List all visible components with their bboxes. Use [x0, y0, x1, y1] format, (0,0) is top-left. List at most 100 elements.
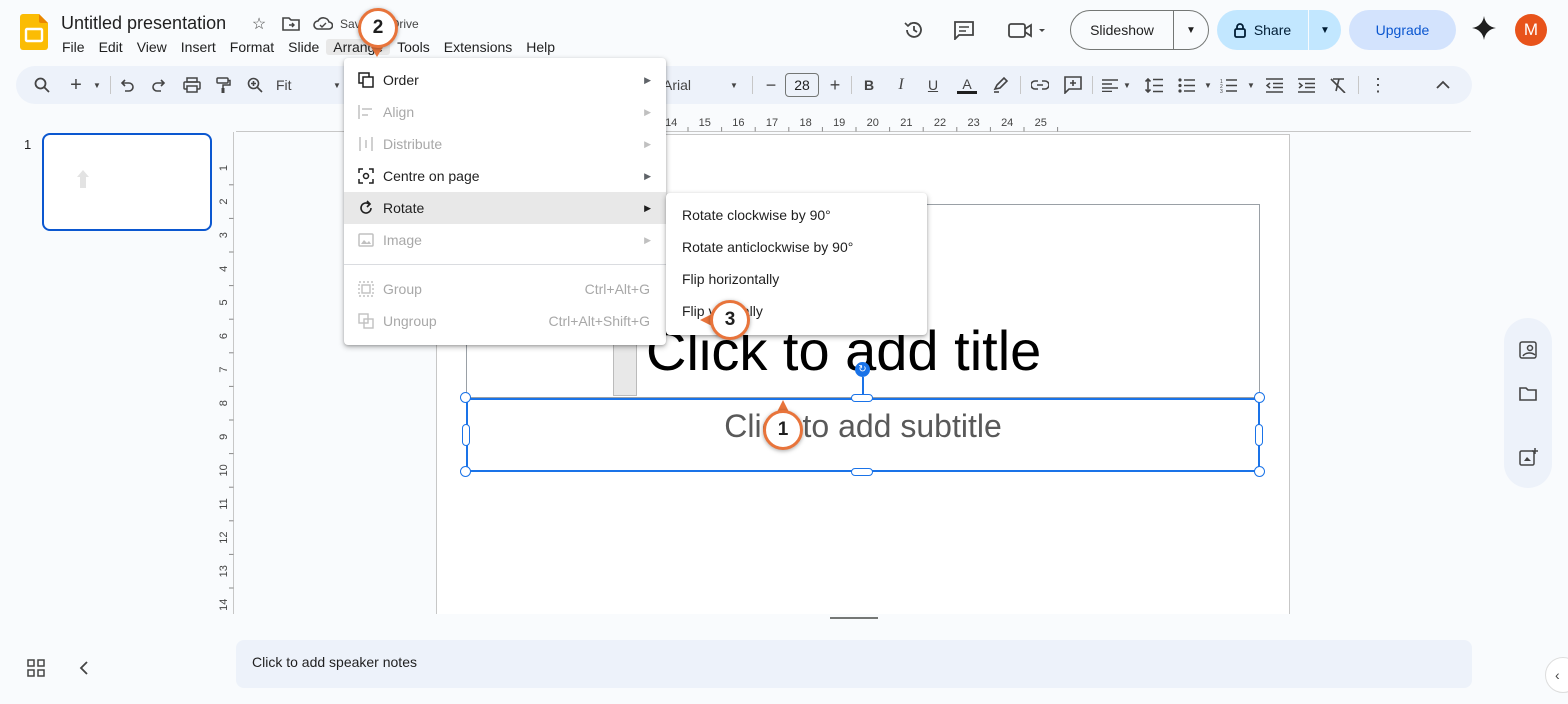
speaker-notes[interactable]: Click to add speaker notes: [236, 640, 1472, 688]
menu-item-ungroup[interactable]: Ungroup Ctrl+Alt+Shift+G: [344, 305, 666, 337]
italic-icon[interactable]: I: [893, 75, 909, 95]
menu-edit[interactable]: Edit: [92, 39, 130, 55]
expand-side-panel-icon[interactable]: ‹: [1545, 657, 1568, 693]
slide-thumbnail[interactable]: [42, 133, 212, 231]
numbered-list-dropdown-icon[interactable]: ▼: [1246, 75, 1256, 95]
rotate-handle-stem: [862, 377, 864, 394]
more-options-icon[interactable]: ⋮: [1369, 75, 1387, 95]
cloud-saved-icon[interactable]: [313, 16, 333, 30]
resize-handle-bottom-right[interactable]: [1254, 466, 1265, 477]
zoom-dropdown-icon[interactable]: ▼: [332, 75, 342, 95]
search-menus-icon[interactable]: [34, 77, 50, 93]
upgrade-button[interactable]: Upgrade: [1349, 10, 1456, 50]
bulleted-list-icon[interactable]: [1178, 78, 1195, 93]
collapse-toolbar-icon[interactable]: [1436, 80, 1450, 89]
menu-item-image[interactable]: Image ▶: [344, 224, 666, 256]
notes-resize-handle[interactable]: [830, 617, 878, 619]
subtitle-placeholder[interactable]: Click to add subtitle: [466, 408, 1260, 445]
version-history-icon[interactable]: [896, 12, 932, 48]
gemini-icon[interactable]: [1472, 16, 1496, 40]
menu-format[interactable]: Format: [223, 39, 281, 55]
resize-handle-top-right[interactable]: [1254, 392, 1265, 403]
meet-icon[interactable]: [1002, 12, 1052, 48]
lock-icon: [1233, 22, 1246, 38]
star-icon[interactable]: ☆: [249, 14, 269, 34]
clear-formatting-icon[interactable]: [1330, 77, 1347, 93]
resize-handle-left[interactable]: [462, 424, 470, 446]
folder-icon[interactable]: [1518, 384, 1538, 404]
bulleted-list-dropdown-icon[interactable]: ▼: [1203, 75, 1213, 95]
slideshow-label[interactable]: Slideshow: [1071, 11, 1174, 49]
rotate-anticlockwise-item[interactable]: Rotate anticlockwise by 90°: [666, 231, 927, 263]
slideshow-dropdown-icon[interactable]: ▼: [1174, 11, 1208, 49]
decrease-font-size-icon[interactable]: −: [764, 75, 778, 95]
comments-icon[interactable]: [946, 12, 982, 48]
share-dropdown-icon[interactable]: ▼: [1309, 10, 1341, 50]
new-slide-icon[interactable]: +: [68, 74, 84, 96]
font-select[interactable]: Arial: [663, 75, 703, 95]
resize-handle-top[interactable]: [851, 394, 873, 402]
add-media-icon[interactable]: [1518, 447, 1538, 467]
menu-item-centre-on-page[interactable]: Centre on page ▶: [344, 160, 666, 192]
highlight-color-icon[interactable]: [992, 76, 1010, 93]
slides-logo[interactable]: [20, 14, 48, 50]
increase-indent-icon[interactable]: [1298, 78, 1315, 93]
paint-format-icon[interactable]: [215, 77, 231, 94]
rotate-clockwise-item[interactable]: Rotate clockwise by 90°: [666, 199, 927, 231]
menu-slide[interactable]: Slide: [281, 39, 326, 55]
grid-view-icon[interactable]: [27, 659, 45, 677]
add-comment-icon[interactable]: [1064, 76, 1082, 94]
rotate-handle-icon[interactable]: ↻: [855, 362, 870, 377]
rotate-icon: [360, 200, 372, 214]
account-avatar[interactable]: M: [1515, 14, 1547, 46]
menu-view[interactable]: View: [130, 39, 174, 55]
menu-item-order[interactable]: Order ▶: [344, 64, 666, 96]
zoom-select[interactable]: Fit: [276, 75, 300, 95]
slideshow-button[interactable]: Slideshow ▼: [1070, 10, 1209, 50]
menu-help[interactable]: Help: [519, 39, 562, 55]
font-dropdown-icon[interactable]: ▼: [729, 75, 739, 95]
menu-divider: [344, 264, 666, 265]
flip-horizontally-item[interactable]: Flip horizontally: [666, 263, 927, 295]
group-icon: [358, 281, 374, 297]
keep-image-icon[interactable]: [1518, 340, 1538, 360]
menu-item-distribute[interactable]: Distribute ▶: [344, 128, 666, 160]
line-spacing-icon[interactable]: [1145, 78, 1163, 93]
bold-icon[interactable]: B: [861, 75, 877, 95]
zoom-icon[interactable]: [247, 77, 263, 93]
menu-item-align[interactable]: Align ▶: [344, 96, 666, 128]
decrease-indent-icon[interactable]: [1266, 78, 1283, 93]
new-slide-dropdown-icon[interactable]: ▼: [92, 75, 102, 95]
insert-link-icon[interactable]: [1031, 78, 1049, 92]
submenu-arrow-icon: ▶: [644, 202, 651, 213]
resize-handle-bottom-left[interactable]: [460, 466, 471, 477]
text-color-icon[interactable]: A: [956, 75, 978, 95]
align-icon[interactable]: [1102, 79, 1118, 92]
resize-handle-top-left[interactable]: [460, 392, 471, 403]
collapse-filmstrip-icon[interactable]: [77, 659, 91, 677]
align-dropdown-icon[interactable]: ▼: [1122, 75, 1132, 95]
redo-icon[interactable]: [151, 77, 167, 93]
submenu-arrow-icon: ▶: [644, 106, 651, 117]
resize-handle-right[interactable]: [1255, 424, 1263, 446]
menu-item-group[interactable]: Group Ctrl+Alt+G: [344, 273, 666, 305]
menu-tools[interactable]: Tools: [390, 39, 437, 55]
undo-icon[interactable]: [119, 77, 135, 93]
ruler-v-label: 5: [218, 299, 230, 305]
font-size-input[interactable]: 28: [785, 73, 819, 97]
menu-extensions[interactable]: Extensions: [437, 39, 519, 55]
menu-file[interactable]: File: [55, 39, 92, 55]
share-button[interactable]: Share ▼: [1217, 10, 1341, 50]
submenu-arrow-icon: ▶: [644, 138, 651, 149]
menu-insert[interactable]: Insert: [174, 39, 223, 55]
underline-icon[interactable]: U: [925, 75, 941, 95]
increase-font-size-icon[interactable]: +: [828, 75, 842, 95]
menu-item-label: Rotate: [383, 200, 425, 216]
menu-item-rotate[interactable]: Rotate ▶: [344, 192, 666, 224]
document-title[interactable]: Untitled presentation: [61, 13, 226, 34]
print-icon[interactable]: [183, 77, 201, 93]
numbered-list-icon[interactable]: 123: [1220, 78, 1237, 93]
move-folder-icon[interactable]: [282, 16, 300, 32]
resize-handle-bottom[interactable]: [851, 468, 873, 476]
ruler-v-label: 2: [218, 199, 230, 205]
